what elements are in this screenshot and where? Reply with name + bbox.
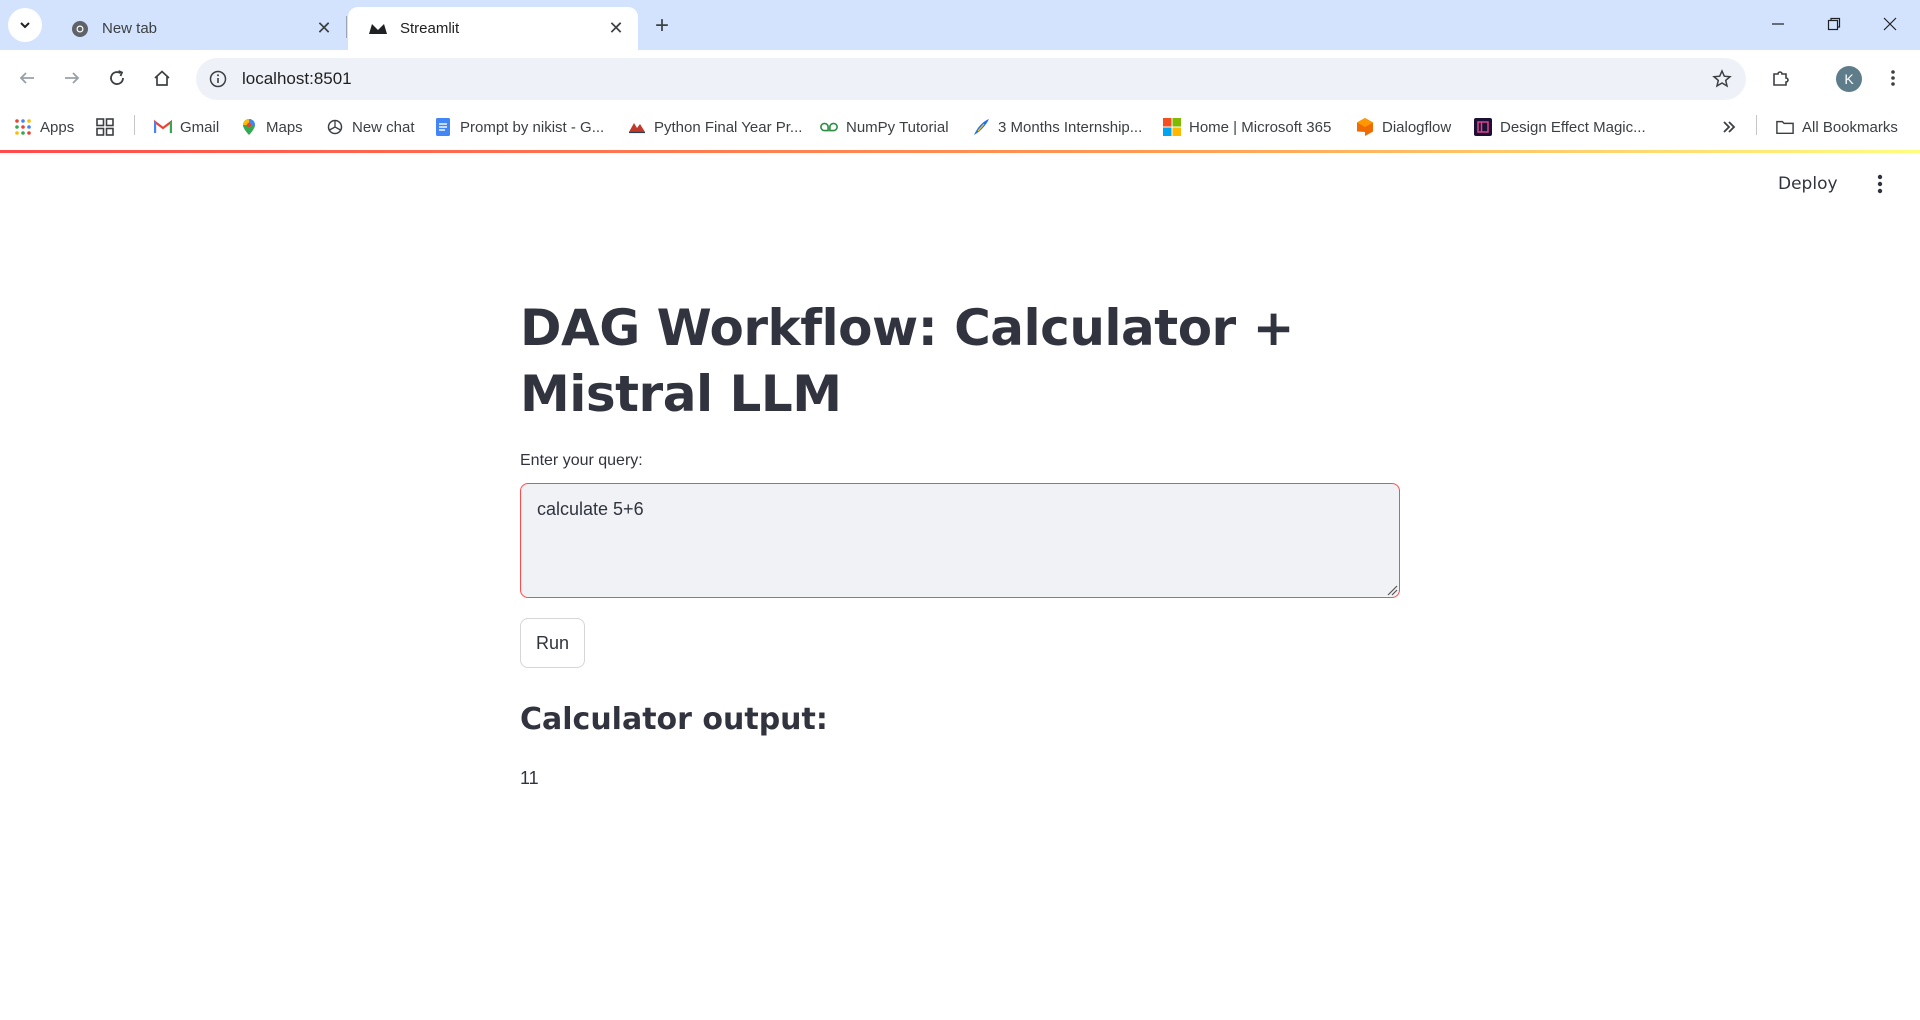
tab-title: New tab <box>102 20 158 37</box>
forward-arrow-icon <box>65 72 80 84</box>
site-logo-icon <box>628 118 646 136</box>
openai-icon <box>326 118 344 136</box>
bookmark-label: Design Effect Magic... <box>1500 118 1646 136</box>
reload-button[interactable] <box>100 61 134 95</box>
back-arrow-icon <box>19 72 34 84</box>
docs-icon <box>434 118 452 136</box>
deploy-button[interactable]: Deploy <box>1778 174 1838 194</box>
bookmark-divider <box>134 115 135 135</box>
window-close-button[interactable] <box>1862 0 1918 48</box>
minimize-button[interactable] <box>1750 0 1806 48</box>
bookmark-maps[interactable]: Maps <box>240 115 303 139</box>
query-textarea[interactable]: calculate 5+6 <box>520 483 1400 598</box>
site-info-icon[interactable] <box>206 67 230 91</box>
puzzle-icon <box>1773 71 1789 86</box>
bookmark-apps[interactable]: Apps <box>14 115 74 139</box>
folder-icon <box>1776 118 1794 136</box>
bookmark-microsoft-365[interactable]: Home | Microsoft 365 <box>1163 115 1331 139</box>
apps-grid-icon <box>14 118 32 136</box>
bookmark-prompt[interactable]: Prompt by nikist - G... <box>434 115 604 139</box>
bookmark-gmail[interactable]: Gmail <box>154 115 219 139</box>
close-icon[interactable]: ✕ <box>312 17 336 41</box>
all-bookmarks-button[interactable]: All Bookmarks <box>1776 115 1898 139</box>
gmail-icon <box>154 118 172 136</box>
forward-button[interactable] <box>55 61 89 95</box>
bookmark-label: Prompt by nikist - G... <box>460 118 605 136</box>
streamlit-icon <box>368 19 388 39</box>
back-button[interactable] <box>10 61 44 95</box>
bookmark-divider <box>1756 115 1757 135</box>
avatar[interactable]: K <box>1836 66 1862 92</box>
address-bar[interactable]: localhost:8501 <box>196 58 1746 100</box>
bookmark-label: NumPy Tutorial <box>846 118 949 136</box>
bookmark-label: Gmail <box>180 118 220 136</box>
bookmark-star-icon[interactable] <box>1710 67 1734 91</box>
chrome-icon <box>70 19 90 39</box>
bookmark-label: All Bookmarks <box>1802 118 1898 136</box>
close-icon <box>1883 17 1897 31</box>
tab-search-button[interactable] <box>8 8 42 42</box>
query-label: Enter your query: <box>520 452 643 469</box>
bookmark-label: Dialogflow <box>1382 118 1452 136</box>
resize-handle-icon[interactable] <box>1386 584 1398 596</box>
output-heading: Calculator output: <box>520 702 828 737</box>
tab-title: Streamlit <box>400 20 460 37</box>
bookmark-dialogflow[interactable]: Dialogflow <box>1356 115 1451 139</box>
bookmark-label: Home | Microsoft 365 <box>1189 118 1332 136</box>
bookmark-label: Apps <box>40 118 75 136</box>
feather-icon <box>972 118 990 136</box>
restore-icon <box>1827 17 1841 31</box>
bookmarks-overflow-button[interactable] <box>1720 115 1746 139</box>
home-button[interactable] <box>145 61 179 95</box>
tab-groups-button[interactable] <box>96 115 122 139</box>
extensions-button[interactable] <box>1764 61 1798 95</box>
minimize-icon <box>1772 23 1784 25</box>
double-chevron-right-icon <box>1720 118 1738 136</box>
bookmark-new-chat[interactable]: New chat <box>326 115 415 139</box>
bookmark-label: 3 Months Internship... <box>998 118 1143 136</box>
bookmark-label: New chat <box>352 118 415 136</box>
dialogflow-icon <box>1356 118 1374 136</box>
browser-menu-button[interactable] <box>1876 61 1910 95</box>
reload-icon <box>110 70 124 85</box>
tab-streamlit[interactable]: Streamlit ✕ <box>348 7 638 50</box>
run-button[interactable]: Run <box>520 618 585 668</box>
close-icon[interactable]: ✕ <box>604 17 628 41</box>
home-icon <box>154 70 170 86</box>
calculator-output-value: 11 <box>520 768 539 788</box>
url-text[interactable]: localhost:8501 <box>242 69 352 89</box>
more-vert-icon <box>1877 174 1883 194</box>
bookmarks-bar: Apps Gmail Maps New chat Prompt by nikis… <box>0 107 1920 147</box>
bookmark-numpy-tutorial[interactable]: NumPy Tutorial <box>820 115 949 139</box>
chevron-down-icon <box>20 22 30 29</box>
microsoft-icon <box>1163 118 1181 136</box>
tab-divider <box>346 16 347 38</box>
header-decoration-bar <box>0 150 1920 153</box>
bookmark-label: Maps <box>266 118 303 136</box>
bookmark-internship[interactable]: 3 Months Internship... <box>972 115 1142 139</box>
browser-toolbar: localhost:8501 K <box>0 50 1920 107</box>
design-app-icon <box>1474 118 1492 136</box>
bookmark-python-final-year[interactable]: Python Final Year Pr... <box>628 115 802 139</box>
tab-strip: New tab ✕ Streamlit ✕ + <box>0 0 1920 50</box>
new-tab-button[interactable]: + <box>646 10 678 42</box>
restore-button[interactable] <box>1806 0 1862 48</box>
grid-icon <box>96 118 114 136</box>
bookmark-label: Python Final Year Pr... <box>654 118 803 136</box>
maps-pin-icon <box>240 118 258 136</box>
more-vert-icon <box>1891 70 1895 86</box>
geeksforgeeks-icon <box>820 118 838 136</box>
main-menu-button[interactable] <box>1866 170 1894 198</box>
bookmark-design-effect[interactable]: Design Effect Magic... <box>1474 115 1646 139</box>
streamlit-app: Deploy DAG Workflow: Calculator + Mistra… <box>0 150 1920 1020</box>
page-title: DAG Workflow: Calculator + Mistral LLM <box>520 299 1295 423</box>
tab-new-tab[interactable]: New tab ✕ <box>50 7 346 50</box>
